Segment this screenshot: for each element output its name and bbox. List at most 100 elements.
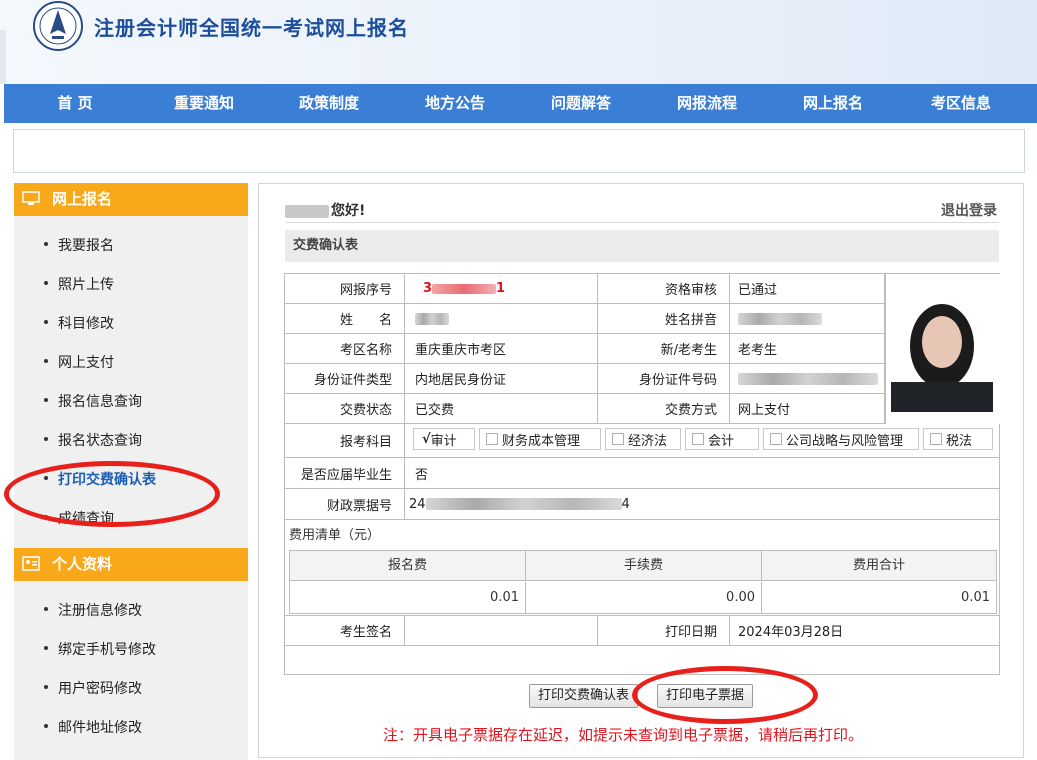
signature-label: 考生签名 [285,616,405,645]
nav-process[interactable]: 网报流程 [667,84,747,123]
subjects-label: 报考科目 [285,424,405,457]
table-row: 考生签名 打印日期 2024年03月28日 [285,615,999,646]
subject-tax-law[interactable]: 税法 [923,428,993,450]
id-card-icon [22,556,40,571]
main-panel: 您好! 退出登录 交费确认表 网报序号 31 资格审核 已通过 姓 名 姓名拼音… [258,183,1024,758]
checkbox-icon [612,433,624,445]
graduate-label: 是否应届毕业生 [285,458,405,488]
nav-home[interactable]: 首 页 [42,84,108,123]
nav-local-announcements[interactable]: 地方公告 [415,84,495,123]
new-old-value: 老考生 [730,334,885,363]
pinyin-value [730,304,885,333]
signature-value [405,616,598,645]
payment-status-label: 交费状态 [285,394,405,423]
qualification-label: 资格审核 [598,274,730,303]
fee-value: 0.01 [290,582,526,613]
sidebar-section-title: 网上报名 [52,190,113,208]
sidebar-item-registration-modify[interactable]: 注册信息修改 [44,601,142,621]
qualification-value: 已通过 [730,274,885,303]
sidebar-item-password-modify[interactable]: 用户密码修改 [44,679,142,699]
highlight-circle [4,461,220,527]
left-edge-strip [0,30,6,84]
subject-accounting[interactable]: 会计 [685,428,759,450]
id-type-label: 身份证件类型 [285,364,405,393]
subject-economic-law[interactable]: 经济法 [605,428,681,450]
table-row: 身份证件类型 内地居民身份证 身份证件号码 [285,364,885,394]
table-row: 财政票据号 24 4 [285,489,999,520]
pinyin-label: 姓名拼音 [598,304,730,333]
print-date-label: 打印日期 [598,616,730,645]
fee-table: 报名费 手续费 费用合计 0.01 0.00 0.01 [289,550,997,614]
banner-box [13,129,1025,173]
subject-audit[interactable]: √ 审计 [413,428,475,450]
sidebar-item-info-query[interactable]: 报名信息查询 [44,392,142,412]
sidebar-item-online-payment[interactable]: 网上支付 [44,353,114,373]
id-number-label: 身份证件号码 [598,364,730,393]
highlight-circle [632,666,818,724]
name-label: 姓 名 [285,304,405,333]
receipt-value: 24 4 [409,496,630,512]
sidebar-section-title: 个人资料 [52,555,113,573]
subject-financial-management[interactable]: 财务成本管理 [479,428,601,450]
greeting: 您好! [285,200,365,220]
id-number-value [730,364,885,393]
site-header: 注册会计师全国统一考试网上报名 [0,0,1037,84]
table-row: 报考科目 √ 审计 财务成本管理 经济法 会计 公司战略与风险管理 税法 [285,424,999,458]
sidebar-item-email-modify[interactable]: 邮件地址修改 [44,718,142,738]
nav-policy[interactable]: 政策制度 [289,84,369,123]
checkbox-icon [486,433,498,445]
fee-header: 报名费 [290,551,526,581]
main-nav: 首 页 重要通知 政策制度 地方公告 问题解答 网报流程 网上报名 考区信息 [4,84,1037,123]
subject-strategy-risk[interactable]: 公司战略与风险管理 [763,428,919,450]
sidebar-section-personal-info: 个人资料 [14,548,248,581]
notice-text: 注：开具电子票据存在延迟，如提示未查询到电子票据，请稍后再打印。 [383,726,864,744]
sidebar-item-status-query[interactable]: 报名状态查询 [44,431,142,451]
region-label: 考区名称 [285,334,405,363]
fee-header: 手续费 [526,551,762,581]
id-type-value: 内地居民身份证 [405,364,598,393]
sidebar-item-register[interactable]: 我要报名 [44,236,114,256]
sidebar-item-subject-modify[interactable]: 科目修改 [44,314,114,334]
payment-method-value: 网上支付 [730,394,885,423]
fee-value: 0.00 [526,582,762,613]
site-title: 注册会计师全国统一考试网上报名 [94,16,409,40]
fee-list-label: 费用清单（元） [289,528,381,543]
section-title: 交费确认表 [285,230,999,262]
cicpa-logo-icon [33,1,83,51]
divider [285,222,999,223]
print-confirmation-button[interactable]: 打印交费确认表 [529,684,639,708]
monitor-icon [22,191,40,205]
table-row: 交费状态 已交费 交费方式 网上支付 [285,394,885,424]
subjects-area: √ 审计 财务成本管理 经济法 会计 公司战略与风险管理 税法 [405,424,999,457]
sidebar-item-phone-modify[interactable]: 绑定手机号修改 [44,640,156,660]
table-row: 网报序号 31 资格审核 已通过 [285,274,885,304]
nav-faq[interactable]: 问题解答 [541,84,621,123]
payment-status-value: 已交费 [405,394,598,423]
checkbox-icon [930,433,942,445]
table-row: 姓 名 姓名拼音 [285,304,885,334]
reg-no-label: 网报序号 [285,274,405,303]
new-old-label: 新/老考生 [598,334,730,363]
region-value: 重庆重庆市考区 [405,334,598,363]
sidebar-item-photo-upload[interactable]: 照片上传 [44,275,114,295]
blurred-photo-icon [891,294,993,412]
checkbox-icon [692,433,704,445]
fee-value: 0.01 [961,590,990,605]
confirmation-table: 网报序号 31 资格审核 已通过 姓 名 姓名拼音 考区名称 重庆重庆市考区 新… [284,273,1000,675]
checkbox-icon [770,433,782,445]
nav-notices[interactable]: 重要通知 [164,84,244,123]
nav-online-registration[interactable]: 网上报名 [793,84,873,123]
name-value [405,304,598,333]
sidebar: 网上报名 我要报名 照片上传 科目修改 网上支付 报名信息查询 报名状态查询 打… [4,183,248,760]
fee-header: 费用合计 [762,551,996,581]
sidebar-section-online-registration: 网上报名 [14,183,248,216]
logout-link[interactable]: 退出登录 [941,200,997,220]
reg-no-value: 31 [405,274,598,303]
nav-exam-area-info[interactable]: 考区信息 [921,84,1001,123]
table-row: 考区名称 重庆重庆市考区 新/老考生 老考生 [285,334,885,364]
table-row: 是否应届毕业生 否 [285,458,999,489]
candidate-photo [885,274,1000,424]
blurred-username [285,204,329,218]
receipt-label: 财政票据号 [285,489,405,519]
print-date-value: 2024年03月28日 [738,625,844,640]
